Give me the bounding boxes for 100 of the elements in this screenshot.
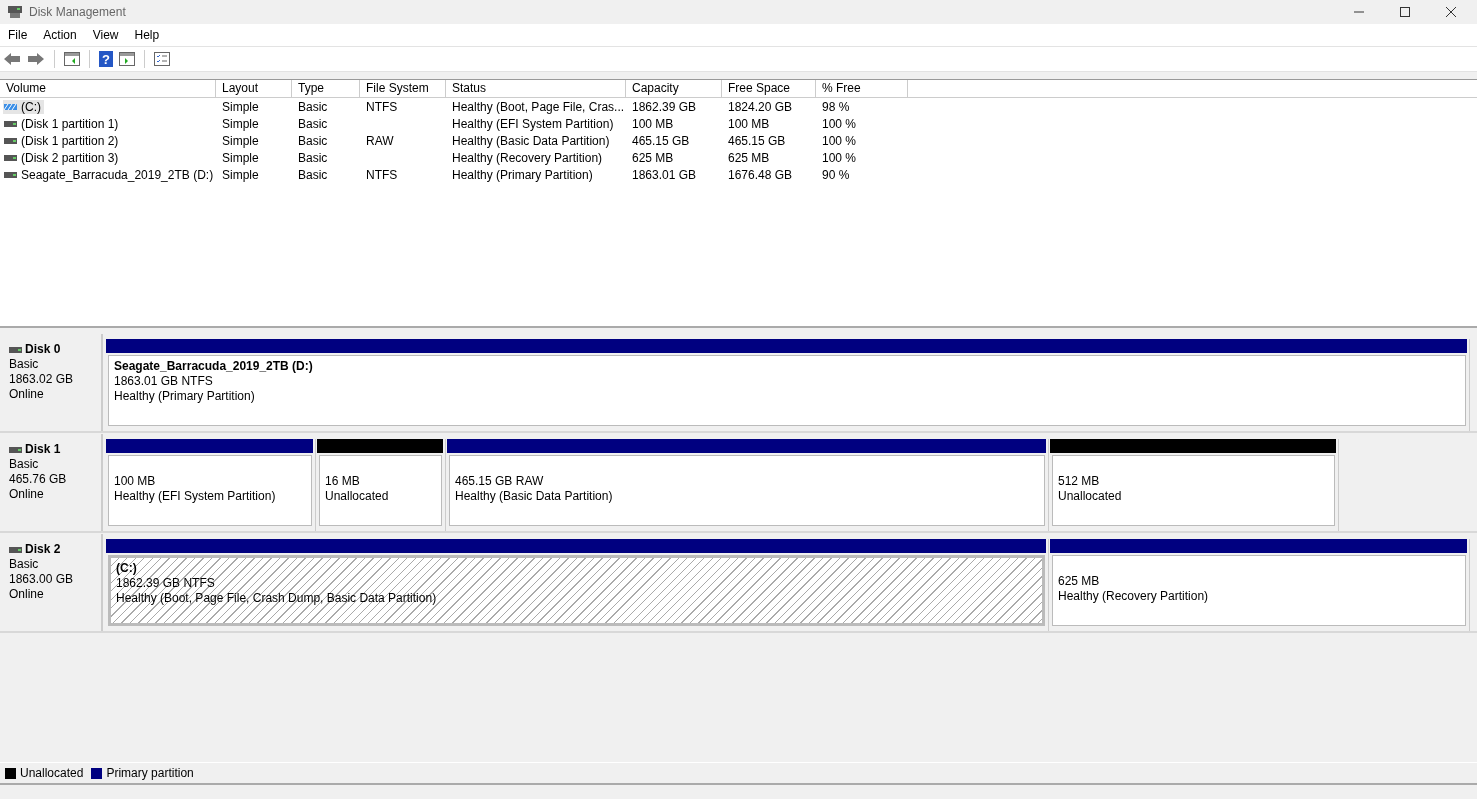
table-cell: RAW bbox=[366, 133, 394, 148]
table-cell: 625 MB bbox=[632, 150, 674, 165]
table-cell: 465.15 GB bbox=[728, 133, 786, 148]
close-icon[interactable] bbox=[1445, 6, 1457, 18]
column-header[interactable]: Type bbox=[292, 80, 360, 97]
partition-status: Healthy (Recovery Partition) bbox=[1058, 589, 1210, 604]
drive-letter-entry[interactable]: (C:) bbox=[3, 100, 44, 114]
legend-label: Primary partition bbox=[106, 766, 194, 780]
disk-app-icon bbox=[7, 5, 23, 19]
table-cell: 98 % bbox=[822, 99, 850, 114]
striped-drive-icon bbox=[4, 104, 17, 110]
drive-icon bbox=[9, 346, 22, 353]
partition-size: 625 MB bbox=[1058, 574, 1101, 589]
drive-letter-entry[interactable]: (Disk 2 partition 3) bbox=[3, 151, 122, 165]
console-tree-icon[interactable] bbox=[64, 52, 80, 66]
table-cell: 90 % bbox=[822, 167, 850, 182]
action-pane-icon[interactable] bbox=[119, 52, 135, 66]
partition-block[interactable]: 465.15 GB RAW Healthy (Basic Data Partition) bbox=[449, 455, 1045, 526]
disk-type: Basic bbox=[9, 457, 40, 472]
table-cell: Basic bbox=[298, 133, 328, 148]
table-cell: Simple bbox=[222, 167, 259, 182]
menu-item[interactable]: Action bbox=[43, 28, 77, 42]
window-title: Disk Management bbox=[29, 5, 126, 19]
drive-icon bbox=[9, 546, 22, 553]
partition-block[interactable]: 625 MB Healthy (Recovery Partition) bbox=[1052, 555, 1466, 626]
table-cell: NTFS bbox=[366, 167, 398, 182]
column-header[interactable]: Volume bbox=[0, 80, 216, 97]
table-cell: 1824.20 GB bbox=[728, 99, 793, 114]
disk-size: 1863.00 GB bbox=[9, 572, 75, 587]
partition-size: 16 MB bbox=[325, 474, 361, 489]
disk-status: Online bbox=[9, 587, 45, 602]
table-cell: Healthy (EFI System Partition) bbox=[452, 116, 614, 131]
column-header[interactable]: Layout bbox=[216, 80, 292, 97]
drive-icon bbox=[4, 155, 17, 161]
table-cell: Healthy (Recovery Partition) bbox=[452, 150, 603, 165]
table-cell: Healthy (Boot, Page File, Cras... bbox=[452, 99, 625, 114]
maximize-icon[interactable] bbox=[1399, 6, 1411, 18]
legend-label: Unallocated bbox=[20, 766, 84, 780]
disk-status: Online bbox=[9, 487, 45, 502]
help-icon[interactable]: ? bbox=[99, 51, 113, 67]
disk-size: 465.76 GB bbox=[9, 472, 68, 487]
table-cell: 100 MB bbox=[728, 116, 770, 131]
drive-letter-entry[interactable]: (Disk 1 partition 1) bbox=[3, 117, 122, 131]
table-cell: 100 % bbox=[822, 150, 857, 165]
table-cell: 625 MB bbox=[728, 150, 770, 165]
partition-block[interactable]: Seagate_Barracuda_2019_2TB (D:) 1863.01 GB NTFS Healthy (Primary Partition) bbox=[108, 355, 1466, 426]
table-cell: 1676.48 GB bbox=[728, 167, 793, 182]
partition-size: 100 MB bbox=[114, 474, 157, 489]
drive-icon bbox=[9, 446, 22, 453]
partition-status: Healthy (Boot, Page File, Crash Dump, Basic Data Partition) bbox=[116, 591, 438, 606]
menu-item[interactable]: Help bbox=[134, 28, 160, 42]
table-cell: 465.15 GB bbox=[632, 133, 690, 148]
disk-type: Basic bbox=[9, 557, 40, 572]
column-header[interactable]: File System bbox=[360, 80, 446, 97]
partition-name: Seagate_Barracuda_2019_2TB (D:) bbox=[114, 359, 314, 374]
table-cell: Basic bbox=[298, 116, 328, 131]
table-cell: Simple bbox=[222, 116, 259, 131]
table-cell: Basic bbox=[298, 167, 328, 182]
menu-item[interactable]: File bbox=[8, 28, 28, 42]
partition-size: 1863.01 GB NTFS bbox=[114, 374, 214, 389]
table-cell: 100 % bbox=[822, 133, 857, 148]
table-cell: Basic bbox=[298, 150, 328, 165]
partition-size: 512 MB bbox=[1058, 474, 1101, 489]
partition-block[interactable]: 512 MB Unallocated bbox=[1052, 455, 1335, 526]
column-header[interactable]: Status bbox=[446, 80, 626, 97]
drive-letter-entry[interactable]: Seagate_Barracuda_2019_2TB (D:) bbox=[3, 168, 217, 182]
disk-name: Disk 1 bbox=[25, 442, 61, 457]
table-cell: 1863.01 GB bbox=[632, 167, 697, 182]
partition-size: 465.15 GB RAW bbox=[455, 474, 545, 489]
partition-status: Healthy (Basic Data Partition) bbox=[455, 489, 614, 504]
disk-status: Online bbox=[9, 387, 45, 402]
drive-icon bbox=[4, 172, 17, 178]
partition-block[interactable]: 16 MB Unallocated bbox=[319, 455, 442, 526]
table-cell: Simple bbox=[222, 99, 259, 114]
partition-status: Unallocated bbox=[1058, 489, 1123, 504]
partition-status: Healthy (EFI System Partition) bbox=[114, 489, 277, 504]
partition-status: Healthy (Primary Partition) bbox=[114, 389, 256, 404]
table-cell: 1862.39 GB bbox=[632, 99, 697, 114]
table-cell: 100 MB bbox=[632, 116, 674, 131]
partition-block[interactable]: (C:) 1862.39 GB NTFS Healthy (Boot, Page File, Crash Dump, Basic Data Partition) bbox=[108, 555, 1045, 626]
table-cell: NTFS bbox=[366, 99, 398, 114]
column-header[interactable]: Capacity bbox=[626, 80, 722, 97]
table-cell: Simple bbox=[222, 133, 259, 148]
table-cell: Healthy (Basic Data Partition) bbox=[452, 133, 610, 148]
back-arrow-icon[interactable] bbox=[3, 52, 21, 66]
disk-type: Basic bbox=[9, 357, 40, 372]
disk-name: Disk 2 bbox=[25, 542, 61, 557]
column-header[interactable]: % Free bbox=[816, 80, 908, 97]
menu-item[interactable]: View bbox=[92, 28, 119, 42]
partition-status: Unallocated bbox=[325, 489, 390, 504]
column-header[interactable]: Free Space bbox=[722, 80, 816, 97]
forward-arrow-icon[interactable] bbox=[27, 52, 45, 66]
disk-name: Disk 0 bbox=[25, 342, 61, 357]
checklist-icon[interactable] bbox=[154, 52, 170, 66]
partition-block[interactable]: 100 MB Healthy (EFI System Partition) bbox=[108, 455, 312, 526]
drive-letter-entry[interactable]: (Disk 1 partition 2) bbox=[3, 134, 122, 148]
partition-name: (C:) bbox=[116, 561, 138, 576]
table-cell: Healthy (Primary Partition) bbox=[452, 167, 593, 182]
table-cell: 100 % bbox=[822, 116, 857, 131]
drive-icon bbox=[4, 138, 17, 144]
